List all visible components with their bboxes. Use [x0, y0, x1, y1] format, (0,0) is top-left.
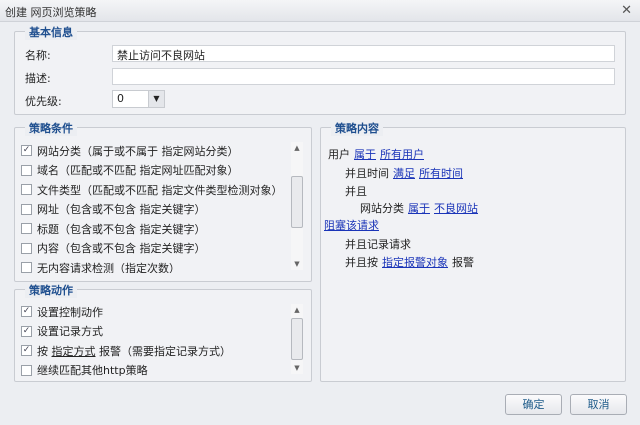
checkbox[interactable]: ✓: [21, 306, 32, 318]
checkbox[interactable]: ✓: [21, 145, 32, 157]
chevron-down-icon[interactable]: ▼: [148, 91, 164, 107]
condition-item[interactable]: 域名（匹配或不匹配 指定网址匹配对象）: [21, 161, 287, 181]
bad-sites-link[interactable]: 不良网站: [434, 202, 478, 215]
checkbox[interactable]: ✓: [21, 345, 32, 357]
content-line-log: 并且记录请求: [345, 238, 411, 251]
close-icon[interactable]: ✕: [621, 3, 632, 18]
description-input[interactable]: [112, 68, 615, 85]
name-label: 名称:: [25, 49, 51, 62]
scroll-down-icon[interactable]: ▼: [291, 258, 303, 270]
belongs-link[interactable]: 属于: [408, 202, 430, 215]
priority-value: 0: [117, 92, 124, 105]
content-legend: 策略内容: [331, 120, 383, 136]
conditions-scrollbar[interactable]: ▲ ▼: [291, 142, 303, 270]
text: 并且时间: [345, 167, 389, 180]
content-group: 策略内容 用户 属于 所有用户 并且时间 满足 所有时间 并且 网站分类 属于 不良网站 阻…: [320, 120, 626, 382]
scroll-thumb[interactable]: [291, 176, 303, 228]
all-users-link[interactable]: 所有用户: [380, 148, 424, 161]
condition-item[interactable]: 文件类型（匹配或不匹配 指定文件类型检测对象）: [21, 180, 287, 200]
action-label: 设置控制动作: [37, 305, 103, 319]
action-label: 按: [37, 344, 48, 358]
conditions-legend: 策略条件: [25, 120, 77, 136]
condition-item[interactable]: ✓ 网站分类（属于或不属于 指定网站分类）: [21, 141, 287, 161]
name-input[interactable]: 禁止访问不良网站: [112, 45, 615, 62]
conditions-group: 策略条件 ✓ 网站分类（属于或不属于 指定网站分类） 域名（匹配或不匹配 指定网址匹…: [14, 120, 312, 282]
alert-target-link[interactable]: 指定报警对象: [382, 256, 448, 269]
condition-label: 无内容请求检测（指定次数）: [37, 261, 180, 273]
action-label: 继续匹配其他http策略: [37, 364, 148, 378]
cancel-button[interactable]: 取消: [570, 394, 627, 415]
priority-select[interactable]: 0 ▼: [112, 90, 165, 108]
condition-label: 域名（匹配或不匹配 指定网址匹配对象）: [37, 164, 239, 178]
content-line-user: 用户 属于 所有用户: [328, 146, 424, 162]
content-line-time: 并且时间 满足 所有时间: [345, 165, 463, 181]
content-line-alert: 并且按 指定报警对象 报警: [345, 254, 474, 270]
checkbox[interactable]: [21, 364, 32, 376]
satisfy-link[interactable]: 满足: [393, 167, 415, 180]
condition-label: 内容（包含或不包含 指定关键字）: [37, 242, 206, 256]
content-line-category: 网站分类 属于 不良网站: [360, 200, 478, 216]
window-title: 创建 网页浏览策略: [5, 6, 97, 19]
priority-label: 优先级:: [25, 95, 62, 108]
checkbox[interactable]: ✓: [21, 325, 32, 337]
action-item[interactable]: 继续匹配其他http策略: [21, 361, 287, 381]
conditions-list: ✓ 网站分类（属于或不属于 指定网站分类） 域名（匹配或不匹配 指定网址匹配对象） 文…: [21, 141, 287, 273]
checkbox[interactable]: [21, 203, 32, 215]
all-time-link[interactable]: 所有时间: [419, 167, 463, 180]
scroll-up-icon[interactable]: ▲: [291, 304, 303, 316]
checkbox[interactable]: [21, 242, 32, 254]
actions-scrollbar[interactable]: ▲ ▼: [291, 304, 303, 374]
action-item[interactable]: ✓ 设置记录方式: [21, 322, 287, 342]
action-label: 设置记录方式: [37, 325, 103, 339]
title-bar: 创建 网页浏览策略 ✕: [0, 0, 640, 22]
actions-group: 策略动作 ✓ 设置控制动作 ✓ 设置记录方式 ✓ 按 指定方式 报警（需要指定记录方式…: [14, 282, 312, 382]
checkbox[interactable]: [21, 184, 32, 196]
action-item[interactable]: ✓ 设置控制动作: [21, 302, 287, 322]
scroll-thumb[interactable]: [291, 318, 303, 360]
action-item[interactable]: ✓ 按 指定方式 报警（需要指定记录方式）: [21, 341, 287, 361]
basic-info-group: 基本信息 名称: 禁止访问不良网站 描述: 优先级: 0 ▼: [14, 24, 626, 115]
ok-button[interactable]: 确定: [505, 394, 562, 415]
text: 网站分类: [360, 202, 404, 215]
condition-item[interactable]: 标题（包含或不包含 指定关键字）: [21, 219, 287, 239]
content-line-block: 阻塞该请求: [324, 217, 379, 233]
condition-label: 标题（包含或不包含 指定关键字）: [37, 222, 206, 236]
actions-list: ✓ 设置控制动作 ✓ 设置记录方式 ✓ 按 指定方式 报警（需要指定记录方式） 继续匹…: [21, 302, 287, 380]
text: 报警: [452, 256, 474, 269]
condition-item[interactable]: 网址（包含或不包含 指定关键字）: [21, 200, 287, 220]
checkbox[interactable]: [21, 164, 32, 176]
action-label: 报警（需要指定记录方式）: [99, 344, 231, 358]
specify-method-link[interactable]: 指定方式: [52, 343, 96, 359]
checkbox[interactable]: [21, 262, 32, 273]
block-request-link[interactable]: 阻塞该请求: [324, 219, 379, 232]
basic-info-legend: 基本信息: [25, 24, 77, 40]
condition-item[interactable]: 内容（包含或不包含 指定关键字）: [21, 239, 287, 259]
condition-label: 网址（包含或不包含 指定关键字）: [37, 203, 206, 217]
description-label: 描述:: [25, 72, 51, 85]
condition-label: 网站分类（属于或不属于 指定网站分类）: [37, 144, 239, 158]
actions-legend: 策略动作: [25, 282, 77, 298]
belongs-link[interactable]: 属于: [354, 148, 376, 161]
checkbox[interactable]: [21, 223, 32, 235]
condition-item[interactable]: 无内容请求检测（指定次数）: [21, 258, 287, 273]
text: 用户: [328, 148, 350, 161]
scroll-up-icon[interactable]: ▲: [291, 142, 303, 154]
condition-label: 文件类型（匹配或不匹配 指定文件类型检测对象）: [37, 183, 283, 197]
text: 并且按: [345, 256, 378, 269]
content-line-and: 并且: [345, 185, 367, 198]
scroll-down-icon[interactable]: ▼: [291, 362, 303, 374]
